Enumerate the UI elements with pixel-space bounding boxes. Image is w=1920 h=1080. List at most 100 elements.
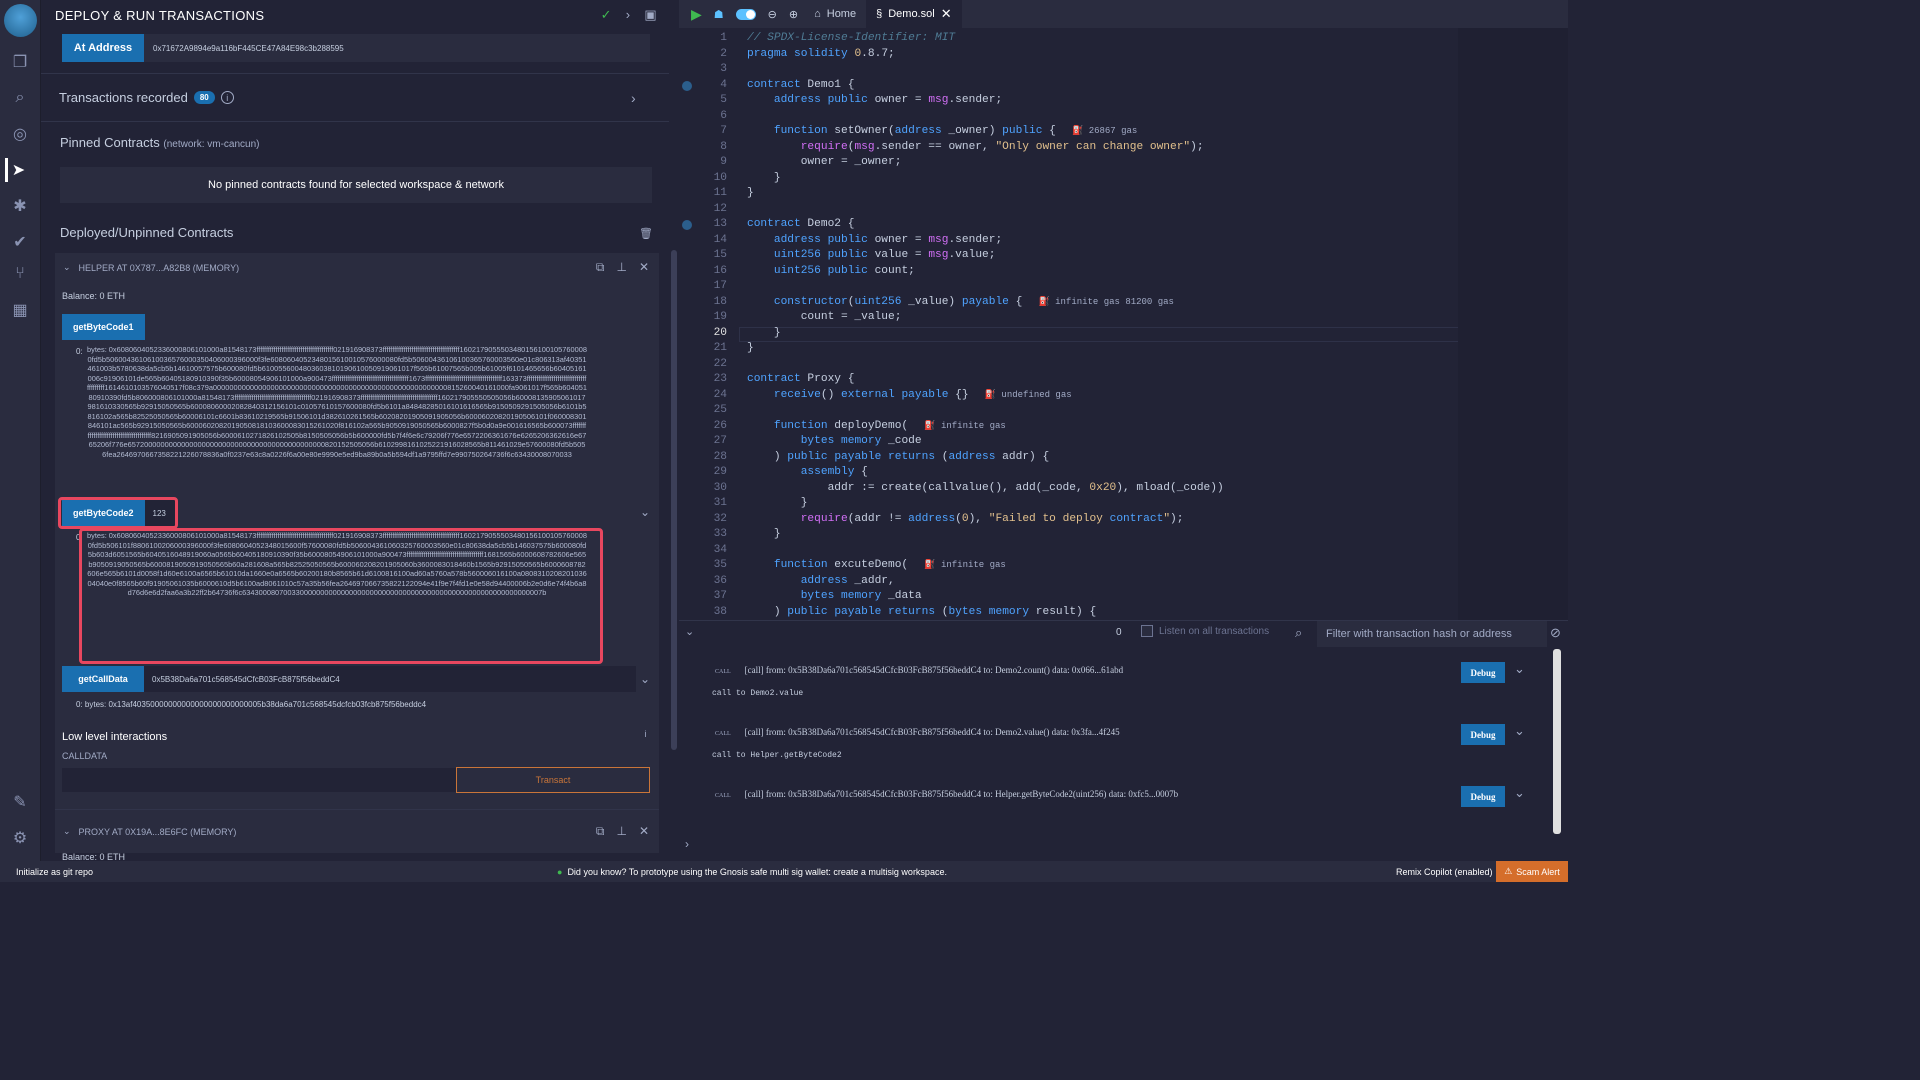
prompt-chevron-icon[interactable]: › (685, 837, 689, 851)
auto-compile-toggle[interactable] (735, 8, 756, 20)
zoom-out-icon[interactable]: ⊖ (768, 8, 777, 21)
chevron-down-icon[interactable]: ⌄ (1514, 723, 1525, 739)
copy-icon[interactable]: ⧉ (596, 824, 605, 839)
code-line: contract Proxy { (747, 373, 855, 385)
breakpoint-marker[interactable] (682, 220, 692, 230)
line-number: 35 (713, 559, 727, 571)
search-icon[interactable]: ⌕ (8, 86, 32, 110)
chevron-right-icon[interactable]: › (631, 90, 636, 106)
log-entry[interactable]: CALL [call] from: 0x5B38Da6a701c568545dCf… (715, 789, 1178, 799)
getbytecode1-button[interactable]: getByteCode1 (62, 314, 145, 340)
chevron-down-icon[interactable]: ⌄ (1514, 661, 1525, 677)
trash-icon[interactable]: 🗑 (639, 227, 653, 240)
tab-demo-sol[interactable]: § Demo.sol ✕ (866, 0, 962, 28)
compiler-icon[interactable]: ◎ (8, 122, 32, 146)
highlight-box (79, 528, 603, 664)
git-init-link[interactable]: Initialize as git repo (16, 867, 93, 877)
log-entry[interactable]: CALL [call] from: 0x5B38Da6a701c568545dCf… (715, 727, 1120, 737)
panel-scrollbar[interactable] (671, 30, 677, 860)
code-line: address public owner = msg.sender; (773, 233, 1003, 246)
at-address-button[interactable]: At Address (62, 34, 144, 62)
filter-input[interactable]: Filter with transaction hash or address (1317, 621, 1547, 647)
gas-estimate: ⛽ infinite gas 81200 gas (1022, 296, 1174, 307)
copilot-status[interactable]: Remix Copilot (enabled) (1396, 867, 1493, 877)
pinned-contracts-title: Pinned Contracts (network: vm-cancun) (60, 135, 260, 150)
breakpoint-marker[interactable] (682, 80, 692, 91)
line-number: 7 (720, 125, 727, 137)
copy-icon[interactable]: ⧉ (596, 260, 605, 275)
deployed-contracts-title: Deployed/Unpinned Contracts (60, 225, 234, 240)
run-play-icon[interactable]: ▶ (691, 6, 702, 23)
collapse-terminal-icon[interactable]: ⌄ (685, 625, 694, 638)
getbytecode1-output: bytes: 0x6080604052336000806101000a81548… (87, 345, 587, 459)
output-index: 0: (76, 347, 83, 356)
code-line: ) public payable returns (bytes memory r… (747, 605, 1097, 618)
proxy-contract-header[interactable]: ⌄ PROXY AT 0X19A...8E6FC (MEMORY) ⧉ ⊥ ✕ (55, 817, 659, 846)
log-subtext: call to Demo2.value (712, 689, 804, 698)
tests-icon[interactable]: ✔ (8, 230, 32, 254)
debug-button[interactable]: Debug (1461, 724, 1505, 745)
chevron-down-icon[interactable]: ⌄ (640, 505, 650, 519)
getcalldata-output: 0: bytes: 0x13af403500000000000000000000… (76, 700, 427, 709)
file-explorer-icon[interactable]: ❐ (8, 50, 32, 74)
calldata-input[interactable] (62, 768, 456, 792)
debug-button[interactable]: Debug (1461, 662, 1505, 683)
code-line: uint256 public count; (773, 264, 915, 277)
line-number: 1 (720, 32, 727, 44)
info-icon[interactable]: i (639, 727, 652, 740)
terminal: ⌄ 0 Listen on all transactions ⌕ Filter … (679, 620, 1568, 861)
listen-all-checkbox[interactable]: Listen on all transactions (1141, 625, 1269, 637)
log-entry[interactable]: CALL [call] from: 0x5B38Da6a701c568545dCf… (715, 665, 1123, 675)
close-icon[interactable]: ✕ (639, 260, 649, 275)
icon-rail: ❐ ⌕ ◎ ➤ ✱ ✔ ⑂ ▦ ✎ ⚙ (0, 0, 41, 861)
terminal-scrollbar[interactable] (1553, 649, 1561, 834)
close-tab-icon[interactable]: ✕ (941, 6, 952, 22)
line-number: 3 (720, 63, 727, 75)
panel-title: DEPLOY & RUN TRANSACTIONS (55, 7, 265, 23)
line-number: 24 (713, 388, 727, 401)
tip-message: ● Did you know? To prototype using the G… (557, 866, 947, 877)
check-icon[interactable]: ✓ (601, 7, 612, 23)
line-number: 18 (713, 295, 727, 308)
debug-button[interactable]: Debug (1461, 786, 1505, 807)
code-editor[interactable]: 1 // SPDX-License-Identifier: MIT 2 pragma … (679, 28, 1459, 620)
plugin-icon[interactable]: ▦ (8, 298, 32, 322)
getcalldata-button[interactable]: getCallData (62, 666, 144, 692)
pin-icon[interactable]: ⊥ (616, 260, 626, 275)
home-icon: ⌂ (814, 8, 821, 20)
at-address-input[interactable]: 0x71672A9894e9a116bF445CE47A84E98c3b2885… (144, 34, 344, 62)
chevron-down-icon[interactable]: ⌄ (63, 826, 71, 837)
transact-button[interactable]: Transact (456, 767, 650, 793)
chevron-down-icon[interactable]: ⌄ (63, 262, 71, 273)
line-number: 19 (713, 311, 727, 323)
close-icon[interactable]: ✕ (639, 824, 649, 839)
transactions-recorded[interactable]: Transactions recorded 80 i (59, 90, 234, 105)
pin-icon[interactable]: ⊥ (616, 824, 626, 839)
chevron-right-icon[interactable]: › (626, 7, 631, 23)
clear-console-icon[interactable]: ⊘ (1550, 625, 1561, 641)
settings-gear-icon[interactable]: ⚙ (8, 826, 32, 850)
zoom-in-icon[interactable]: ⊕ (789, 8, 798, 21)
line-number: 26 (713, 419, 727, 432)
helper-contract-card: ⌄ HELPER AT 0X787...A82B8 (MEMORY) ⧉ ⊥ ✕… (55, 253, 659, 861)
chevron-down-icon[interactable]: ⌄ (1514, 785, 1525, 801)
plugin-manager-icon[interactable]: ✎ (8, 790, 32, 814)
code-line: pragma solidity 0.8.7; (747, 47, 895, 60)
getcalldata-arg-input[interactable]: 0x5B38Da6a701c568545dCfcB03FcB875f56bedd… (144, 666, 636, 692)
deploy-run-icon[interactable]: ➤ (5, 158, 29, 182)
panel-toggle-icon[interactable]: ▣ (644, 7, 657, 23)
helper-contract-header[interactable]: ⌄ HELPER AT 0X787...A82B8 (MEMORY) ⧉ ⊥ ✕ (55, 253, 659, 282)
debugger-icon[interactable]: ✱ (8, 194, 32, 218)
log-tag: CALL (715, 669, 731, 675)
getcalldata-row: getCallData 0x5B38Da6a701c568545dCfcB03F… (62, 666, 636, 692)
chevron-down-icon[interactable]: ⌄ (640, 672, 650, 686)
info-icon[interactable]: i (220, 91, 234, 104)
code-line: require(msg.sender == owner, "Only owner… (800, 140, 1204, 153)
ai-robot-icon[interactable]: ☗ (714, 8, 724, 21)
tab-home[interactable]: ⌂ Home (804, 0, 866, 28)
scam-alert-button[interactable]: ⚠ Scam Alert (1496, 861, 1568, 882)
remix-logo-icon[interactable] (4, 4, 37, 37)
solidity-file-icon: § (876, 8, 883, 20)
git-icon[interactable]: ⑂ (8, 262, 32, 286)
minimap[interactable] (1458, 28, 1568, 620)
